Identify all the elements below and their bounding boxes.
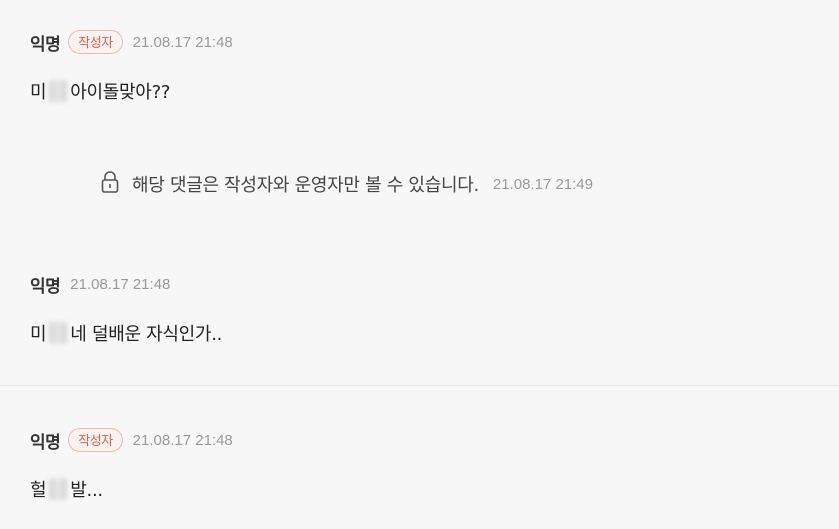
comment-text-start: 미 bbox=[30, 324, 47, 345]
comment-text-end: 아이돌맞아?? bbox=[70, 82, 171, 103]
comment-author[interactable]: 익명 bbox=[30, 30, 61, 55]
comment-author[interactable]: 익명 bbox=[30, 272, 61, 297]
comment-item: 익명 21.08.17 21:48 미 네 덜배운 자식인가.. bbox=[30, 270, 819, 346]
comment-meta: 익명 작성자 21.08.17 21:48 bbox=[30, 28, 819, 56]
comment-divider bbox=[0, 385, 839, 386]
comment-item: 익명 작성자 21.08.17 21:48 헐 발... bbox=[30, 426, 819, 502]
comment-text-end: 네 덜배운 자식인가.. bbox=[70, 324, 223, 345]
private-reply-text: 해당 댓글은 작성자와 운영자만 볼 수 있습니다. bbox=[132, 175, 479, 196]
comment-text: 미 네 덜배운 자식인가.. bbox=[30, 320, 819, 346]
lock-icon bbox=[100, 170, 132, 198]
comment-text: 미 아이돌맞아?? bbox=[30, 78, 819, 104]
comment-text-start: 헐 bbox=[30, 480, 47, 501]
comment-meta: 익명 21.08.17 21:48 bbox=[30, 270, 819, 298]
author-badge: 작성자 bbox=[68, 428, 123, 452]
comment-text-end: 발... bbox=[70, 480, 103, 501]
censored-blur bbox=[49, 80, 68, 102]
comment-author[interactable]: 익명 bbox=[30, 428, 61, 453]
censored-blur bbox=[49, 322, 68, 344]
private-reply: 해당 댓글은 작성자와 운영자만 볼 수 있습니다. 21.08.17 21:4… bbox=[100, 170, 593, 198]
comment-item: 익명 작성자 21.08.17 21:48 미 아이돌맞아?? bbox=[30, 28, 819, 104]
comment-time: 21.08.17 21:48 bbox=[132, 431, 233, 449]
author-badge: 작성자 bbox=[68, 30, 123, 54]
comment-time: 21.08.17 21:48 bbox=[132, 33, 233, 51]
comment-text-start: 미 bbox=[30, 82, 47, 103]
comment-meta: 익명 작성자 21.08.17 21:48 bbox=[30, 426, 819, 454]
private-reply-time: 21.08.17 21:49 bbox=[492, 175, 593, 193]
comment-time: 21.08.17 21:48 bbox=[70, 275, 171, 293]
censored-blur bbox=[49, 478, 68, 500]
comment-text: 헐 발... bbox=[30, 476, 819, 502]
